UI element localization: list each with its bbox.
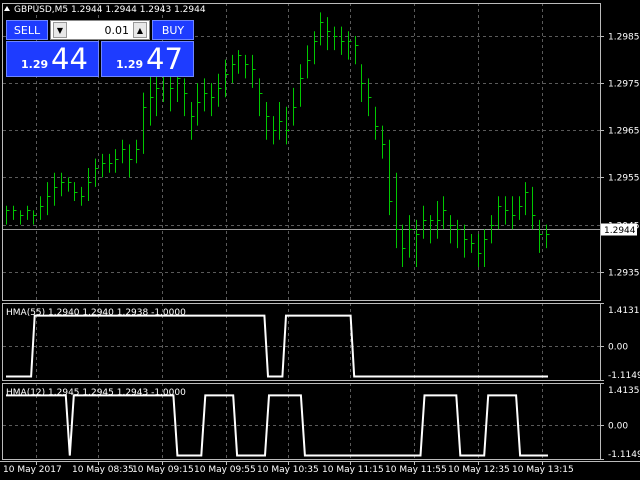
buy-price-quote[interactable]: 1.29 47 [101, 41, 194, 77]
current-price-label: 1.2944 [604, 226, 636, 236]
lot-size-box: ▼ ▲ [50, 20, 150, 40]
chart-title-text: GBPUSD,M5 1.2944 1.2944 1.2943 1.2944 [14, 5, 206, 15]
xtick-label-3: 10 May 09:55 [194, 465, 256, 475]
xtick-label-2: 10 May 09:15 [132, 465, 194, 475]
sell-price-quote[interactable]: 1.29 44 [6, 41, 99, 77]
ytick-label-2: 1.2965 [608, 127, 640, 137]
xtick-label-4: 10 May 10:35 [257, 465, 319, 475]
ytick-label-1: 1.2975 [608, 80, 640, 90]
ytick-label-1: 0.00 [608, 422, 628, 432]
xtick-label-6: 10 May 11:55 [385, 465, 447, 475]
time-axis: 10 May 2017 10 May 08:3510 May 09:15 10 Ma… [3, 461, 574, 475]
ytick-label-3: 1.2955 [608, 174, 640, 184]
triangle-up-icon [4, 6, 10, 11]
hma12-label: HMA(12) 1.2945 1.2945 1.2943 -1.0000 [6, 388, 186, 398]
buy-price-pips: 47 [146, 42, 183, 76]
lot-increase-button[interactable]: ▲ [133, 22, 147, 38]
xtick-label-5: 10 May 11:15 [322, 465, 384, 475]
xtick-label-7: 10 May 12:35 [448, 465, 510, 475]
triangle-down-icon: ▼ [56, 25, 64, 35]
ytick-label-2: -1.1149 [608, 450, 640, 460]
ytick-label-1: 0.00 [608, 343, 628, 353]
buy-price-prefix: 1.29 [116, 58, 144, 71]
lot-decrease-button[interactable]: ▼ [53, 22, 67, 38]
price-axis: 1.29851.29751.29651.29551.29451.29351.29… [600, 33, 640, 279]
ytick-label-0: 1.2985 [608, 33, 640, 43]
buy-button[interactable]: BUY [152, 20, 194, 40]
ytick-label-0: 1.4135 [608, 386, 640, 396]
xtick-label-8: 10 May 13:15 [512, 465, 574, 475]
sell-price-prefix: 1.29 [21, 58, 49, 71]
ytick-label-5: 1.2935 [608, 269, 640, 279]
one-click-trading-panel: SELL ▼ ▲ BUY 1.29 44 1.29 47 [6, 20, 194, 77]
sell-price-pips: 44 [51, 42, 88, 76]
chart-title: GBPUSD,M5 1.2944 1.2944 1.2943 1.2944 [4, 5, 206, 15]
xtick-label-1: 10 May 08:35 [72, 465, 134, 475]
sell-button[interactable]: SELL [6, 20, 48, 40]
ytick-label-2: -1.1149 [608, 371, 640, 381]
ytick-label-0: 1.4131 [608, 306, 640, 316]
xtick-label-0: 10 May 2017 [3, 465, 62, 475]
triangle-up-icon: ▲ [136, 25, 144, 35]
lot-size-input[interactable] [69, 22, 131, 38]
